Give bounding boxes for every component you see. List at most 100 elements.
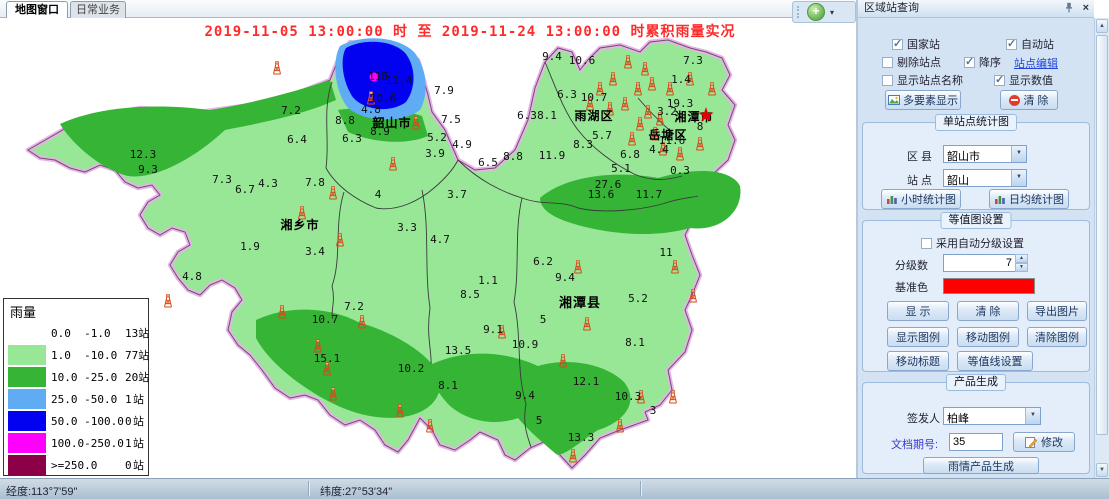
spin-up-icon[interactable]: ▲	[1015, 254, 1028, 263]
clear-button[interactable]: 清 除	[957, 301, 1019, 321]
rain-value-label: 7.3	[683, 54, 703, 67]
legend-count: 20	[125, 371, 138, 384]
rain-value-label: 7.2	[281, 104, 301, 117]
rain-value-label: 6.3	[557, 88, 577, 101]
legend-range: >=250.0	[51, 459, 125, 472]
station-icon[interactable]	[165, 295, 172, 307]
checkbox-label: 自动站	[1021, 36, 1054, 52]
chevron-down-icon[interactable]: ▼	[1025, 408, 1040, 424]
statusbar-divider	[640, 481, 641, 496]
rain-value-label: 10.7	[581, 91, 608, 104]
move-legend-button[interactable]: 移动图例	[957, 327, 1019, 347]
legend-unit: 站	[138, 347, 149, 363]
tab-map-window[interactable]: 地图窗口	[6, 1, 68, 18]
spin-down-icon[interactable]: ▼	[1015, 263, 1028, 272]
panel-scrollbar[interactable]: ▲ ▼	[1094, 18, 1109, 478]
tab-daily-business[interactable]: 日常业务	[70, 1, 126, 18]
display-button[interactable]: 显 示	[887, 301, 949, 321]
rain-value-label: 4	[375, 188, 382, 201]
add-layer-button[interactable]: +	[807, 3, 825, 21]
bar-chart-icon	[886, 193, 898, 205]
toolbar-grip-icon[interactable]	[797, 6, 802, 18]
checkbox-box[interactable]	[882, 57, 893, 68]
legend-swatch	[8, 455, 46, 475]
hourly-chart-button[interactable]: 小时统计图	[881, 189, 961, 209]
daily-chart-button[interactable]: 日均统计图	[989, 189, 1069, 209]
multi-element-display-button[interactable]: 多要素显示	[885, 90, 961, 110]
image-icon	[888, 94, 900, 106]
doc-number-input[interactable]	[949, 433, 1003, 451]
checkbox-exclude-station[interactable]: 剔除站点	[882, 54, 941, 70]
legend-swatch	[8, 345, 46, 365]
checkbox-box[interactable]	[921, 238, 932, 249]
chevron-down-icon[interactable]: ▼	[1011, 170, 1026, 186]
pin-icon[interactable]	[1064, 2, 1074, 17]
rain-value-label: 4.4	[649, 143, 669, 156]
level-count-spinner[interactable]: ▲ ▼	[1015, 254, 1028, 272]
contour-line-settings-button[interactable]: 等值线设置	[957, 351, 1033, 371]
rain-value-label: 5	[540, 313, 547, 326]
station-icon[interactable]	[274, 62, 281, 74]
toolbar-dropdown-icon[interactable]: ▾	[830, 8, 834, 17]
station-dropdown[interactable]: 韶山 ▼	[943, 169, 1027, 187]
checkbox-box[interactable]	[882, 75, 893, 86]
doc-number-label: 文档期号:	[891, 436, 938, 452]
checkbox-box[interactable]	[994, 75, 1005, 86]
button-label: 清 除	[975, 303, 1000, 319]
rain-value-label: 6.3	[517, 109, 537, 122]
rain-value-label: 7.9	[434, 84, 454, 97]
station-edit-link[interactable]: 站点编辑	[1014, 55, 1058, 71]
checkbox-auto-station[interactable]: 自动站	[1006, 36, 1054, 52]
scroll-down-icon[interactable]: ▼	[1096, 463, 1108, 477]
rain-value-label: 3.4	[305, 245, 325, 258]
legend-range: 100.0-250.0	[51, 437, 125, 450]
close-icon[interactable]: ×	[1083, 2, 1089, 15]
checkbox-box[interactable]	[964, 57, 975, 68]
map-toolbar: + ▾	[792, 1, 856, 23]
clear-icon	[1009, 95, 1020, 106]
rain-value-label: 8.1	[537, 109, 557, 122]
clear-legend-button[interactable]: 清除图例	[1027, 327, 1087, 347]
city-label: 雨湖区	[574, 108, 613, 123]
rain-value-label: 1.4	[671, 73, 691, 86]
button-label: 雨情产品生成	[948, 458, 1014, 474]
level-count-input[interactable]	[943, 254, 1016, 272]
group-title: 等值图设置	[941, 212, 1012, 229]
scrollbar-thumb[interactable]	[1096, 35, 1108, 435]
single-station-group: 单站点统计图 区 县 韶山市 ▼ 站 点 韶山 ▼ 小时统计图 日均统计图	[862, 122, 1090, 210]
checkbox-show-station-name[interactable]: 显示站点名称	[882, 72, 963, 88]
export-image-button[interactable]: 导出图片	[1027, 301, 1087, 321]
checkbox-auto-grading[interactable]: 采用自动分级设置	[921, 235, 1024, 251]
map-canvas[interactable]: 10.64.811.47.99.410.67.31.46.310.719.33.…	[0, 18, 856, 478]
checkbox-label: 剔除站点	[897, 54, 941, 70]
signer-dropdown[interactable]: 柏峰 ▼	[943, 407, 1041, 425]
legend-row: 50.0 -100.00站	[4, 410, 148, 432]
county-value: 韶山市	[947, 148, 980, 164]
checkbox-label: 降序	[979, 54, 1001, 70]
base-color-swatch[interactable]	[943, 278, 1035, 294]
chevron-down-icon[interactable]: ▼	[1011, 146, 1026, 162]
rain-value-label: 10.3	[615, 390, 642, 403]
legend-unit: 站	[133, 457, 144, 473]
rain-product-generate-button[interactable]: 雨情产品生成	[923, 457, 1039, 474]
rain-value-label: 11.7	[636, 188, 663, 201]
scroll-up-icon[interactable]: ▲	[1096, 19, 1108, 33]
map-title[interactable]: 2019-11-05 13:00:00 时 至 2019-11-24 13:00…	[90, 21, 850, 41]
legend-rows: 0.0 -1.013站1.0 -10.077站10.0 -25.020站25.0…	[4, 322, 148, 476]
county-dropdown[interactable]: 韶山市 ▼	[943, 145, 1027, 163]
legend-range: 50.0 -100.0	[51, 415, 125, 428]
move-title-button[interactable]: 移动标题	[887, 351, 949, 371]
checkbox-show-value[interactable]: 显示数值	[994, 72, 1053, 88]
show-legend-button[interactable]: 显示图例	[887, 327, 949, 347]
modify-button[interactable]: 修改	[1013, 432, 1075, 452]
clear-stations-button[interactable]: 清 除	[1000, 90, 1058, 110]
rain-value-label: 12.1	[573, 375, 600, 388]
checkbox-box[interactable]	[892, 39, 903, 50]
city-label: 湘乡市	[280, 217, 319, 232]
checkbox-box[interactable]	[1006, 39, 1017, 50]
checkbox-descending[interactable]: 降序	[964, 54, 1001, 70]
rain-value-label: 0.3	[670, 164, 690, 177]
rain-value-label: 7.2	[344, 300, 364, 313]
checkbox-national-station[interactable]: 国家站	[892, 36, 940, 52]
map-legend[interactable]: 雨量 0.0 -1.013站1.0 -10.077站10.0 -25.020站2…	[3, 298, 149, 476]
